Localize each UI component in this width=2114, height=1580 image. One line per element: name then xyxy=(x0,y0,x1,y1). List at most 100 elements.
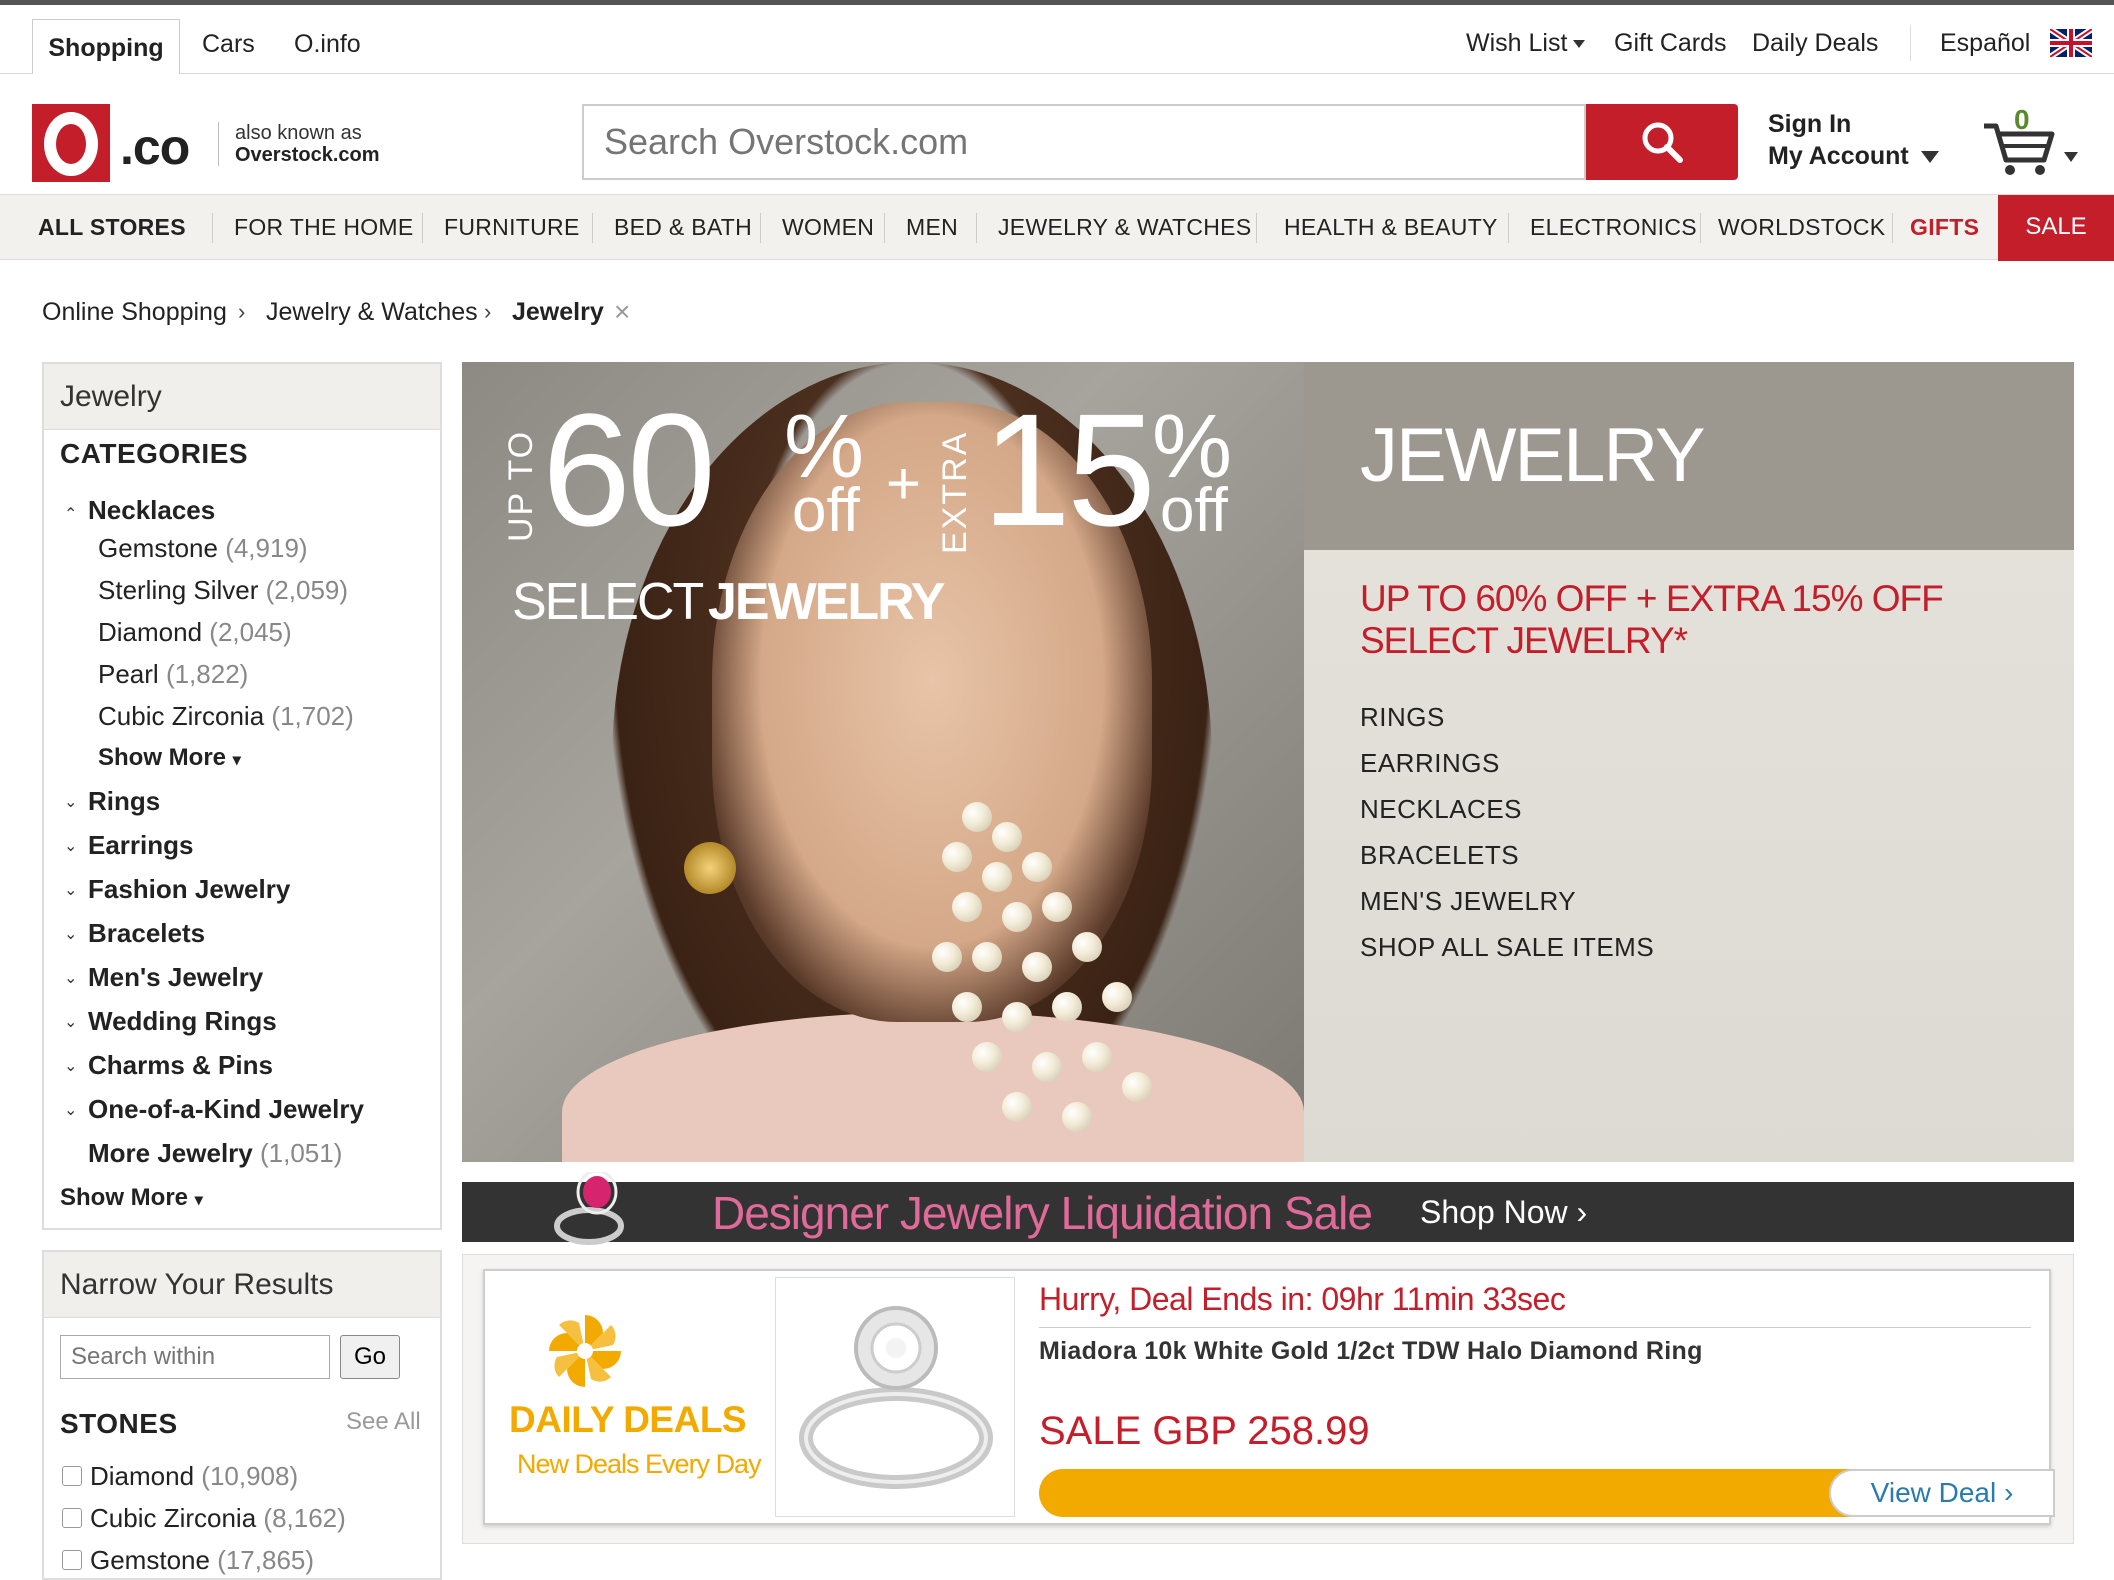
promo-up-to: UP TO xyxy=(502,429,540,542)
category-label: More Jewelry xyxy=(88,1138,253,1168)
hero-link-shop-all-sale[interactable]: SHOP ALL SALE ITEMS xyxy=(1360,932,1654,963)
chevron-down-icon[interactable]: ⌄ xyxy=(64,968,77,988)
category-earrings[interactable]: Earrings xyxy=(88,827,194,863)
tab-oinfo[interactable]: O.info xyxy=(294,15,361,77)
deal-product-image[interactable] xyxy=(775,1277,1015,1517)
stone-checkbox[interactable] xyxy=(62,1466,82,1486)
nav-all-stores[interactable]: ALL STORES xyxy=(38,195,186,261)
category-rings[interactable]: Rings xyxy=(88,783,160,819)
chevron-down-icon[interactable]: ⌄ xyxy=(64,1012,77,1032)
stone-diamond[interactable]: Diamond (10,908) xyxy=(90,1458,298,1494)
search-button[interactable] xyxy=(1586,104,1738,180)
go-button[interactable]: Go xyxy=(340,1335,400,1379)
nav-worldstock[interactable]: WORLDSTOCK xyxy=(1718,195,1885,261)
see-all-link[interactable]: See All xyxy=(346,1404,421,1440)
banner-text: Designer Jewelry Liquidation Sale xyxy=(712,1187,1373,1239)
sign-in-link[interactable]: Sign In xyxy=(1768,108,1939,140)
subcategory-label: Gemstone xyxy=(98,533,218,563)
deal-price: SALE GBP 258.99 xyxy=(1039,1409,1370,1453)
breadcrumb-online-shopping[interactable]: Online Shopping xyxy=(42,292,227,332)
subcategory-diamond[interactable]: Diamond (2,045) xyxy=(98,614,292,650)
category-wedding-rings[interactable]: Wedding Rings xyxy=(88,1003,277,1039)
breadcrumb-jewelry: Jewelry xyxy=(512,298,604,326)
category-panel-title: Jewelry xyxy=(44,364,440,430)
chevron-down-icon[interactable]: ⌄ xyxy=(64,924,77,944)
nav-sale[interactable]: SALE xyxy=(1998,195,2114,261)
gift-cards-link[interactable]: Gift Cards xyxy=(1614,23,1727,63)
subcategory-sterling-silver[interactable]: Sterling Silver (2,059) xyxy=(98,572,348,608)
nav-men[interactable]: MEN xyxy=(906,195,958,261)
shop-now-link[interactable]: Shop Now › xyxy=(1420,1194,1587,1231)
search-within-input[interactable] xyxy=(60,1335,330,1379)
my-account-link[interactable]: My Account xyxy=(1768,142,1909,170)
subcategory-gemstone[interactable]: Gemstone (4,919) xyxy=(98,530,308,566)
nav-for-the-home[interactable]: FOR THE HOME xyxy=(234,195,414,261)
view-deal-button[interactable]: View Deal › xyxy=(1829,1469,2055,1517)
subcategory-cubic-zirconia[interactable]: Cubic Zirconia (1,702) xyxy=(98,698,354,734)
show-more-label: Show More xyxy=(60,1184,189,1211)
stone-count: (17,865) xyxy=(217,1545,315,1575)
subcategory-pearl[interactable]: Pearl (1,822) xyxy=(98,656,248,692)
deal-product-name[interactable]: Miadora 10k White Gold 1/2ct TDW Halo Di… xyxy=(1039,1337,1703,1366)
nav-women[interactable]: WOMEN xyxy=(782,195,874,261)
divider xyxy=(1039,1327,2031,1328)
breadcrumb-jewelry-watches[interactable]: Jewelry & Watches xyxy=(266,292,478,332)
aka-line1: also known as xyxy=(235,122,362,144)
close-icon[interactable]: × xyxy=(614,292,630,332)
nav-electronics[interactable]: ELECTRONICS xyxy=(1530,195,1697,261)
category-mens-jewelry[interactable]: Men's Jewelry xyxy=(88,959,263,995)
stone-cubic-zirconia[interactable]: Cubic Zirconia (8,162) xyxy=(90,1500,346,1536)
stone-checkbox[interactable] xyxy=(62,1550,82,1570)
chevron-down-icon[interactable]: ⌄ xyxy=(64,1056,77,1076)
tab-shopping[interactable]: Shopping xyxy=(32,19,180,79)
chevron-down-icon[interactable]: ⌄ xyxy=(64,1100,77,1120)
show-more-categories[interactable]: Show More ▾ xyxy=(60,1180,203,1219)
category-more-jewelry[interactable]: More Jewelry (1,051) xyxy=(88,1135,342,1171)
chevron-down-icon: ▾ xyxy=(194,1192,203,1209)
nav-jewelry-watches[interactable]: JEWELRY & WATCHES xyxy=(998,195,1251,261)
category-necklaces[interactable]: Necklaces xyxy=(88,492,215,528)
aka-line2: Overstock.com xyxy=(235,144,380,166)
chevron-down-icon xyxy=(1920,151,1939,164)
hero-banner[interactable]: UP TO 60 % off + EXTRA 15 % off SELECT J… xyxy=(462,362,2074,1162)
hero-link-mens-jewelry[interactable]: MEN'S JEWELRY xyxy=(1360,886,1576,917)
chevron-down-icon[interactable]: ⌄ xyxy=(64,880,77,900)
hero-links-panel: JEWELRY UP TO 60% OFF + EXTRA 15% OFF SEL… xyxy=(1304,362,2074,1162)
stone-gemstone[interactable]: Gemstone (17,865) xyxy=(90,1542,314,1578)
categories-heading: CATEGORIES xyxy=(60,438,249,469)
chevron-down-icon[interactable]: ⌄ xyxy=(64,792,77,812)
daily-deals-link[interactable]: Daily Deals xyxy=(1752,23,1878,63)
chevron-up-icon[interactable]: ⌃ xyxy=(64,504,77,524)
cart-button[interactable]: 0 xyxy=(1980,104,2080,180)
divider xyxy=(1892,213,1893,243)
logo-aka: also known as Overstock.com xyxy=(218,122,380,166)
uk-flag-icon[interactable] xyxy=(2048,26,2094,60)
main-nav: ALL STORES FOR THE HOME FURNITURE BED & … xyxy=(0,194,2114,261)
liquidation-banner[interactable]: Designer Jewelry Liquidation Sale Shop N… xyxy=(462,1169,2074,1245)
hero-link-rings[interactable]: RINGS xyxy=(1360,702,1445,733)
show-more-label: Show More xyxy=(98,744,227,771)
top-bar: Shopping Cars O.info Wish List Gift Card… xyxy=(0,0,2114,79)
overstock-logo[interactable] xyxy=(32,104,110,182)
hero-link-bracelets[interactable]: BRACELETS xyxy=(1360,840,1519,871)
chevron-down-icon[interactable]: ⌄ xyxy=(64,836,77,856)
language-link[interactable]: Español xyxy=(1940,23,2030,63)
account-menu[interactable]: Sign In My Account xyxy=(1768,108,1939,172)
tab-cars[interactable]: Cars xyxy=(202,15,255,77)
nav-furniture[interactable]: FURNITURE xyxy=(444,195,580,261)
nav-gifts[interactable]: GIFTS xyxy=(1910,195,1979,261)
show-more-subcategories[interactable]: Show More ▾ xyxy=(98,740,241,779)
hero-link-earrings[interactable]: EARRINGS xyxy=(1360,748,1500,779)
category-bracelets[interactable]: Bracelets xyxy=(88,915,205,951)
nav-bed-bath[interactable]: BED & BATH xyxy=(614,195,752,261)
stone-checkbox[interactable] xyxy=(62,1508,82,1528)
category-charms-pins[interactable]: Charms & Pins xyxy=(88,1047,273,1083)
category-fashion-jewelry[interactable]: Fashion Jewelry xyxy=(88,871,290,907)
nav-health-beauty[interactable]: HEALTH & BEAUTY xyxy=(1284,195,1498,261)
wish-list-link[interactable]: Wish List xyxy=(1466,23,1586,63)
hero-link-necklaces[interactable]: NECKLACES xyxy=(1360,794,1522,825)
search-input[interactable] xyxy=(584,106,1584,178)
category-one-of-a-kind[interactable]: One-of-a-Kind Jewelry xyxy=(88,1091,364,1127)
divider xyxy=(592,213,593,243)
hero-subtitle-line1: UP TO 60% OFF + EXTRA 15% OFF xyxy=(1360,578,1944,619)
